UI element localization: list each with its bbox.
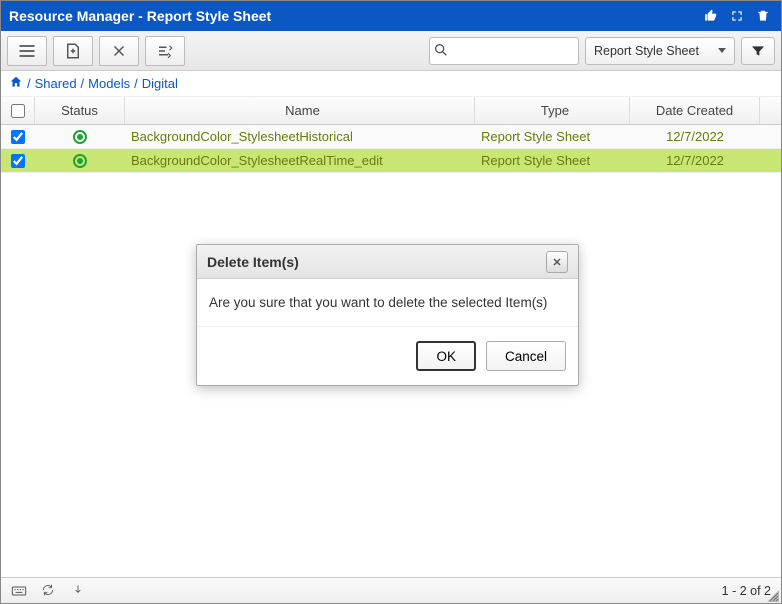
header-checkbox-cell [1, 97, 35, 124]
new-button[interactable] [53, 36, 93, 66]
dialog-title: Delete Item(s) [207, 254, 299, 270]
dialog-title-bar: Delete Item(s) [197, 245, 578, 279]
expand-icon[interactable] [727, 6, 747, 26]
grid-header: Status Name Type Date Created [1, 97, 781, 125]
breadcrumb: / Shared / Models / Digital [1, 71, 781, 97]
status-active-icon [73, 130, 87, 144]
table-row[interactable]: BackgroundColor_StylesheetHistorical Rep… [1, 125, 781, 149]
dropdown-label: Report Style Sheet [594, 44, 699, 58]
search-icon [433, 42, 449, 58]
select-all-checkbox[interactable] [11, 104, 25, 118]
settings-button[interactable] [145, 36, 185, 66]
search-input[interactable] [429, 37, 579, 65]
download-icon[interactable] [71, 583, 87, 599]
ok-button[interactable]: OK [416, 341, 476, 371]
dialog-message: Are you sure that you want to delete the… [197, 279, 578, 327]
chevron-down-icon [718, 48, 726, 53]
breadcrumb-part[interactable]: Models [88, 76, 130, 91]
header-status[interactable]: Status [35, 97, 125, 124]
row-type: Report Style Sheet [475, 129, 630, 144]
breadcrumb-part[interactable]: Shared [35, 76, 77, 91]
filter-button[interactable] [741, 37, 775, 65]
type-dropdown[interactable]: Report Style Sheet [585, 37, 735, 65]
search-field[interactable] [429, 37, 579, 65]
row-checkbox[interactable] [11, 154, 25, 168]
menu-button[interactable] [7, 36, 47, 66]
row-date: 12/7/2022 [630, 129, 760, 144]
row-name: BackgroundColor_StylesheetRealTime_edit [125, 153, 475, 168]
pager-text: 1 - 2 of 2 [722, 584, 771, 598]
window-title: Resource Manager - Report Style Sheet [9, 8, 695, 24]
toolbar: Report Style Sheet [1, 31, 781, 71]
resize-grip-icon[interactable] [767, 590, 779, 602]
data-grid: Status Name Type Date Created Background… [1, 97, 781, 173]
delete-button[interactable] [99, 36, 139, 66]
status-bar: 1 - 2 of 2 [1, 577, 781, 603]
table-row[interactable]: BackgroundColor_StylesheetRealTime_edit … [1, 149, 781, 173]
thumbs-up-icon[interactable] [701, 6, 721, 26]
row-checkbox[interactable] [11, 130, 25, 144]
dialog-close-button[interactable] [546, 251, 568, 273]
header-date[interactable]: Date Created [630, 97, 760, 124]
title-bar: Resource Manager - Report Style Sheet [1, 1, 781, 31]
dialog-actions: OK Cancel [197, 327, 578, 385]
cancel-button[interactable]: Cancel [486, 341, 566, 371]
delete-dialog: Delete Item(s) Are you sure that you wan… [196, 244, 579, 386]
keyboard-icon[interactable] [11, 583, 27, 599]
status-active-icon [73, 154, 87, 168]
row-type: Report Style Sheet [475, 153, 630, 168]
trash-icon[interactable] [753, 6, 773, 26]
breadcrumb-part[interactable]: Digital [142, 76, 178, 91]
row-date: 12/7/2022 [630, 153, 760, 168]
header-type[interactable]: Type [475, 97, 630, 124]
row-name: BackgroundColor_StylesheetHistorical [125, 129, 475, 144]
app-window: Resource Manager - Report Style Sheet [0, 0, 782, 604]
home-icon[interactable] [9, 75, 23, 92]
header-name[interactable]: Name [125, 97, 475, 124]
refresh-icon[interactable] [41, 583, 57, 599]
